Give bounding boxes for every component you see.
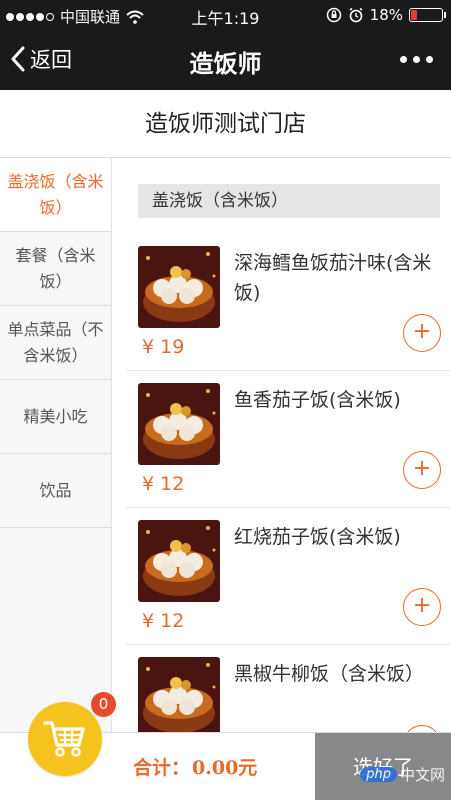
- sidebar-item-label: 单点菜品（不含米饭）: [7, 319, 104, 365]
- status-right: 18%: [326, 6, 446, 24]
- sidebar-item-set-meal[interactable]: 套餐（含米饭）: [0, 232, 111, 306]
- list-item: 红烧茄子饭(含米饭) ¥ 12 +: [126, 508, 451, 645]
- add-to-cart-button[interactable]: +: [403, 725, 441, 732]
- dish-price: ¥ 12: [142, 610, 185, 632]
- battery-percent: 18%: [369, 6, 403, 24]
- back-button[interactable]: 返回: [10, 44, 72, 74]
- status-bar: 中国联通 上午1:19 18%: [0, 0, 451, 30]
- list-item: 鱼香茄子饭(含米饭) ¥ 12 +: [126, 371, 451, 508]
- total-label: 合计：: [133, 757, 191, 779]
- cart-count-badge: 0: [91, 692, 116, 717]
- total-value: 0.00元: [192, 757, 258, 779]
- sidebar-item-label: 套餐（含米饭）: [15, 245, 96, 291]
- dish-name: 鱼香茄子饭(含米饭): [234, 389, 401, 411]
- add-to-cart-button[interactable]: +: [403, 451, 441, 489]
- dish-image: [138, 520, 220, 602]
- shop-name: 造饭师测试门店: [0, 90, 451, 158]
- alarm-icon: [349, 7, 363, 23]
- sidebar-item-label: 盖浇饭（含米饭）: [7, 171, 104, 217]
- list-item: 深海鳕鱼饭茄汁味(含米饭) ¥ 19 +: [126, 234, 451, 371]
- back-label: 返回: [30, 48, 72, 72]
- sidebar-item-snacks[interactable]: 精美小吃: [0, 380, 111, 454]
- battery-icon: [409, 8, 446, 22]
- rotation-lock-icon: [326, 7, 341, 23]
- nav-bar: 返回 造饭师: [0, 30, 451, 90]
- dish-name: 深海鳕鱼饭茄汁味(含米饭): [234, 252, 432, 304]
- watermark-text: 中文网: [399, 766, 445, 784]
- dish-image: [138, 383, 220, 465]
- watermark: php 中文网: [360, 764, 445, 785]
- section-title: 盖浇饭（含米饭）: [138, 184, 440, 218]
- cart-button[interactable]: [28, 702, 102, 776]
- dish-price: ¥ 12: [142, 473, 185, 495]
- cart-icon: [43, 721, 85, 757]
- category-sidebar: 盖浇饭（含米饭） 套餐（含米饭） 单点菜品（不含米饭） 精美小吃 饮品: [0, 158, 112, 732]
- watermark-logo: php: [360, 767, 397, 782]
- sidebar-item-single-dish[interactable]: 单点菜品（不含米饭）: [0, 306, 111, 380]
- dish-name: 黑椒牛柳饭（含米饭）: [234, 663, 425, 685]
- list-item: 黑椒牛柳饭（含米饭） +: [126, 645, 451, 732]
- dish-image: [138, 657, 220, 732]
- sidebar-item-label: 精美小吃: [23, 406, 88, 426]
- dish-image: [138, 246, 220, 328]
- cart-total: 合计： 0.00元: [133, 753, 257, 780]
- product-list: 盖浇饭（含米饭） 深海鳕鱼饭茄汁味(含米饭) ¥ 19 + 鱼香茄子饭(含米饭)…: [126, 158, 451, 732]
- dish-name: 红烧茄子饭(含米饭): [234, 526, 401, 548]
- sidebar-item-drinks[interactable]: 饮品: [0, 454, 111, 528]
- chevron-left-icon: [11, 46, 25, 72]
- add-to-cart-button[interactable]: +: [403, 588, 441, 626]
- dish-price: ¥ 19: [142, 336, 185, 358]
- sidebar-item-rice-bowl[interactable]: 盖浇饭（含米饭）: [0, 158, 111, 232]
- more-dots-icon[interactable]: [400, 56, 433, 63]
- sidebar-item-label: 饮品: [39, 480, 72, 500]
- add-to-cart-button[interactable]: +: [403, 314, 441, 352]
